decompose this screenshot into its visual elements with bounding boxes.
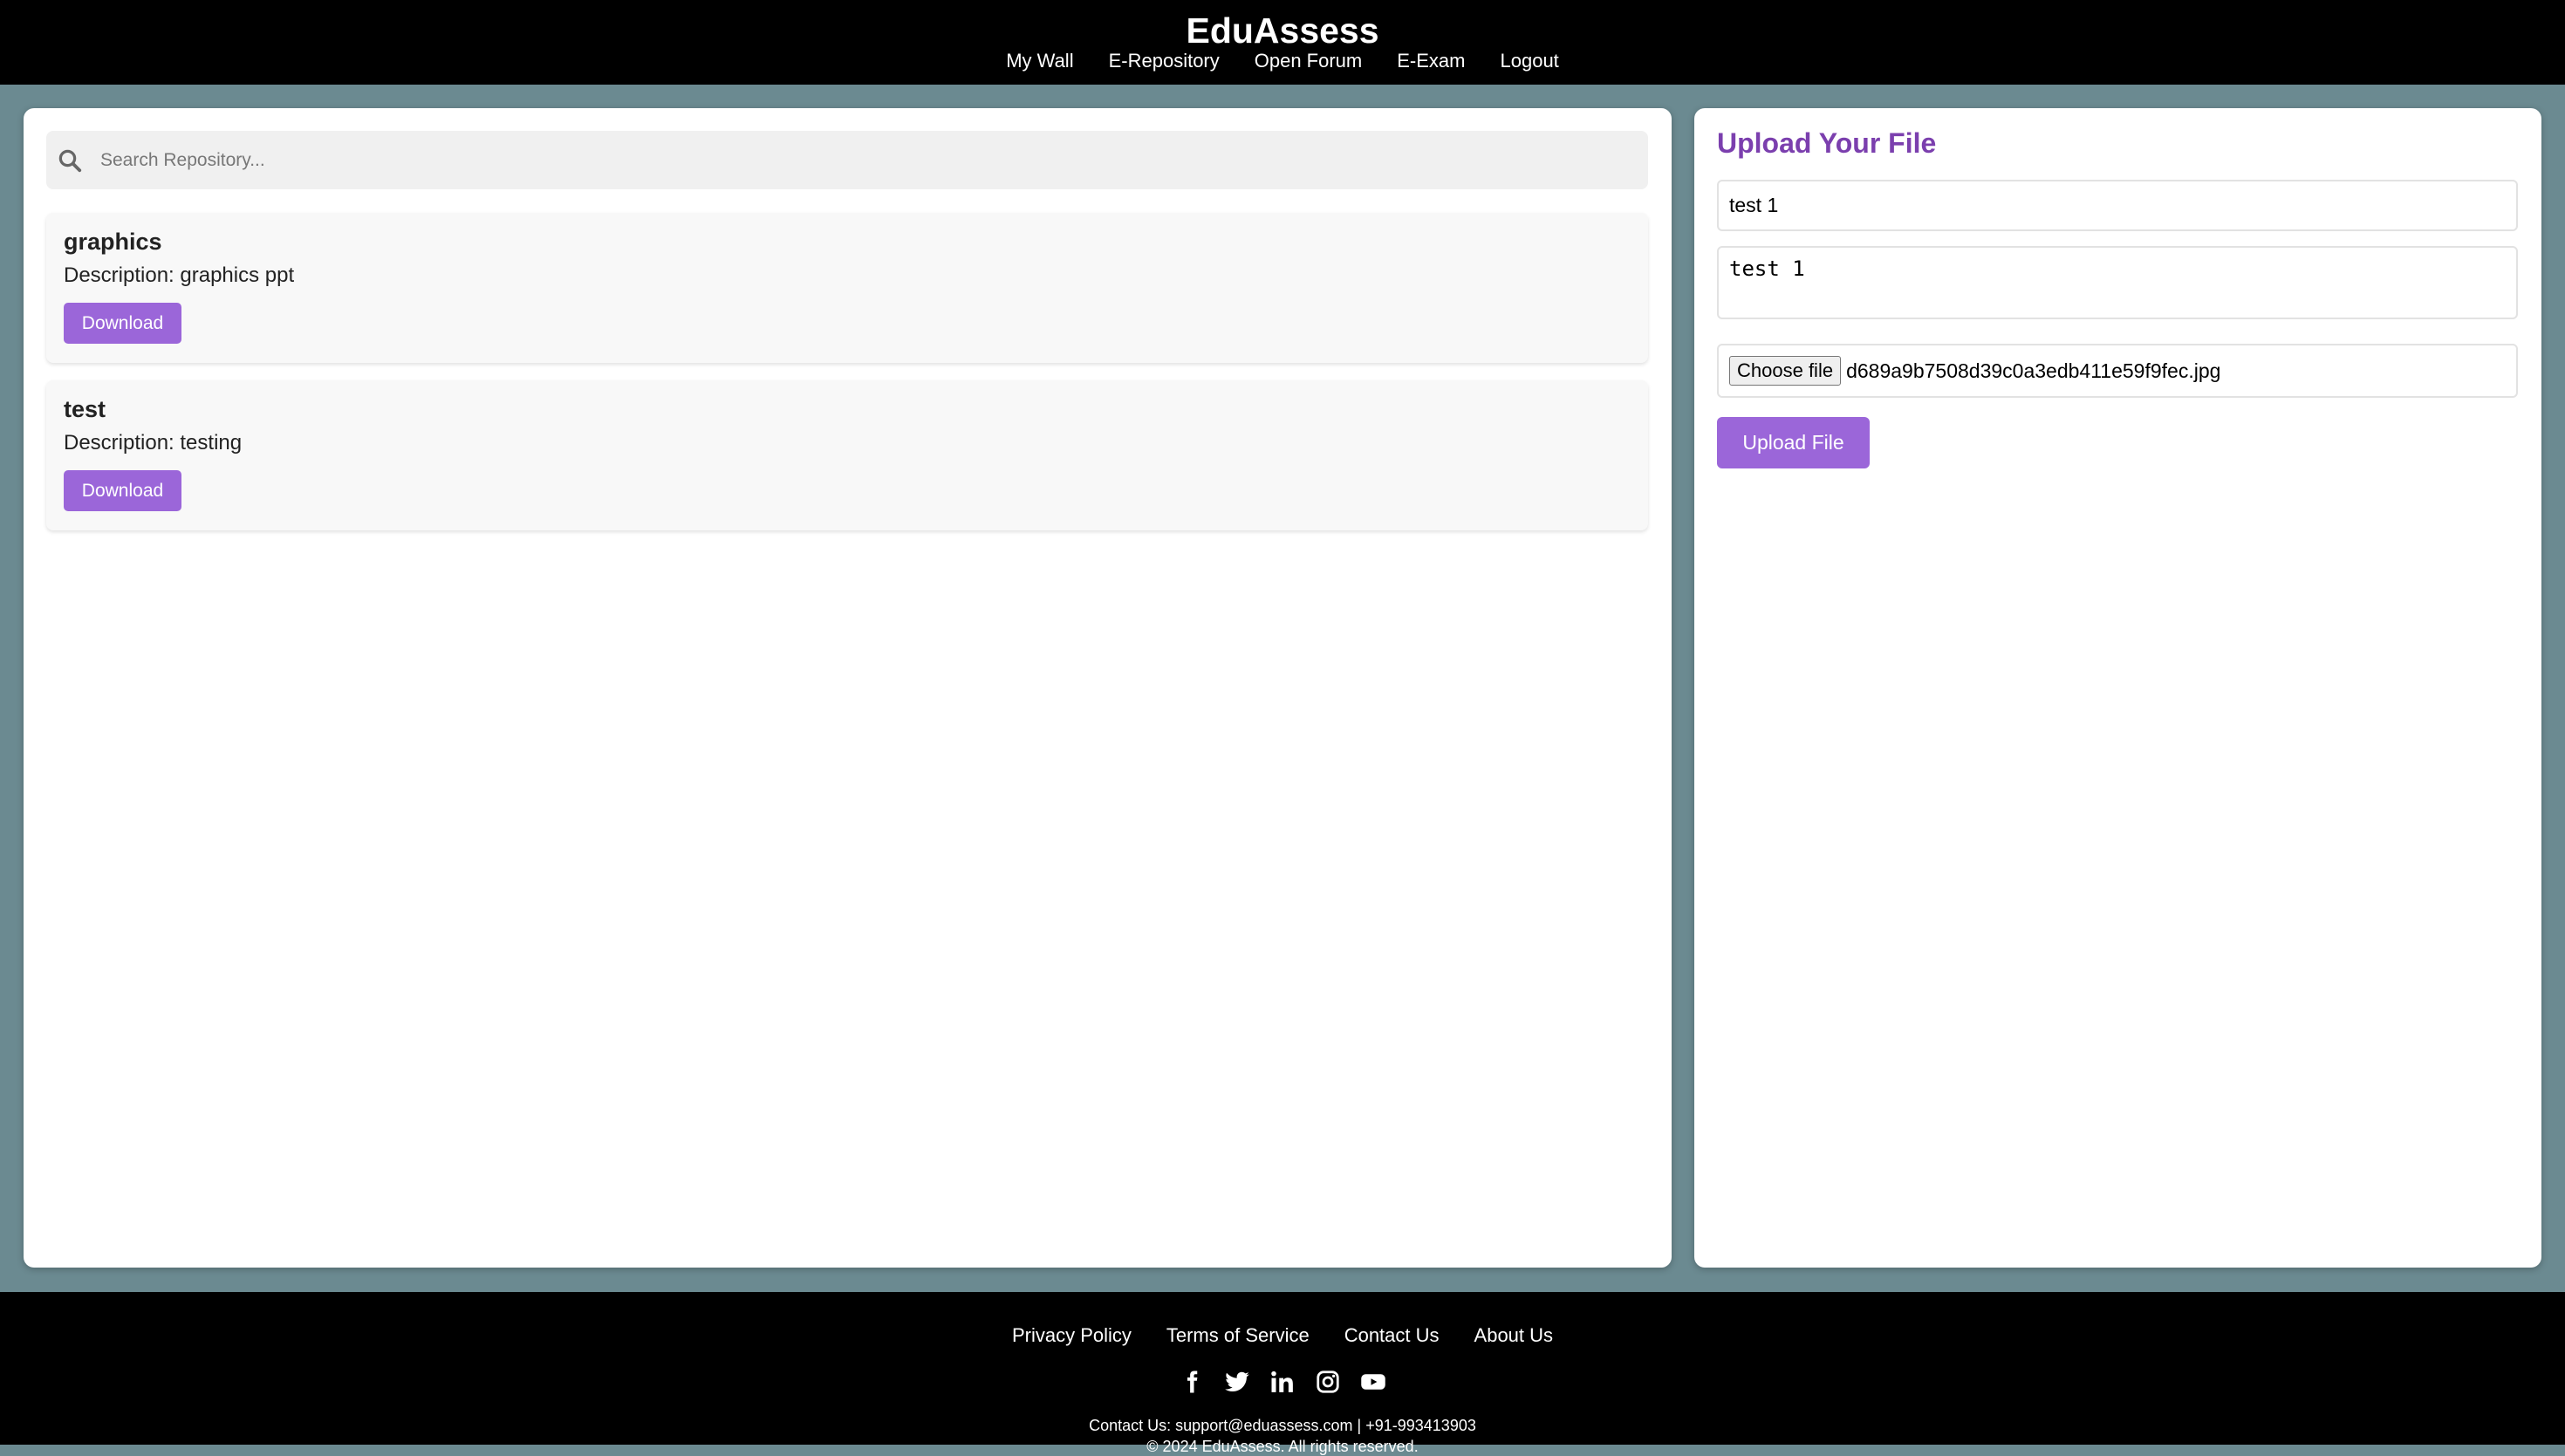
footer-link-contact[interactable]: Contact Us — [1344, 1324, 1440, 1347]
file-description-textarea[interactable]: test 1 — [1717, 246, 2518, 319]
repo-item-test: test Description: testing Download — [46, 380, 1648, 530]
site-header: EduAssess My Wall E-Repository Open Foru… — [0, 0, 2565, 85]
nav-e-repository[interactable]: E-Repository — [1109, 48, 1220, 74]
repo-item-title: test — [64, 396, 106, 422]
contact-info: Contact Us: support@eduassess.com | +91-… — [1089, 1417, 1476, 1434]
search-icon — [58, 149, 82, 173]
footer-links: Privacy Policy Terms of Service Contact … — [0, 1324, 2565, 1347]
download-button[interactable]: Download — [64, 470, 181, 511]
upload-file-button[interactable]: Upload File — [1717, 417, 1870, 468]
facebook-icon[interactable] — [1179, 1369, 1205, 1395]
search-input[interactable] — [99, 131, 1634, 189]
twitter-icon[interactable] — [1224, 1369, 1250, 1395]
upload-panel: Upload Your File test 1 Choose file d689… — [1694, 108, 2541, 1268]
footer-link-about[interactable]: About Us — [1474, 1324, 1554, 1347]
selected-file-name: d689a9b7508d39c0a3edb411e59f9fec.jpg — [1846, 359, 2221, 382]
upload-title: Upload Your File — [1717, 127, 1937, 159]
repository-panel: graphics Description: graphics ppt Downl… — [24, 108, 1672, 1268]
repo-item-description: Description: graphics ppt — [64, 263, 295, 287]
nav-my-wall[interactable]: My Wall — [1006, 48, 1073, 74]
repo-item-title: graphics — [64, 229, 162, 255]
download-button[interactable]: Download — [64, 303, 181, 344]
footer-link-terms[interactable]: Terms of Service — [1166, 1324, 1310, 1347]
instagram-icon[interactable] — [1315, 1369, 1341, 1395]
repo-item-graphics: graphics Description: graphics ppt Downl… — [46, 213, 1648, 363]
social-links — [0, 1369, 2565, 1395]
copyright-text: © 2024 EduAssess. All rights reserved. — [1146, 1438, 1419, 1455]
file-picker: Choose file d689a9b7508d39c0a3edb411e59f… — [1717, 344, 2518, 398]
nav-logout[interactable]: Logout — [1501, 48, 1559, 74]
search-bar — [46, 131, 1648, 189]
repo-item-description: Description: testing — [64, 431, 243, 455]
nav-open-forum[interactable]: Open Forum — [1255, 48, 1363, 74]
main-nav: My Wall E-Repository Open Forum E-Exam L… — [0, 48, 2565, 74]
linkedin-icon[interactable] — [1269, 1369, 1296, 1395]
nav-e-exam[interactable]: E-Exam — [1397, 48, 1465, 74]
file-name-input[interactable] — [1717, 180, 2518, 231]
youtube-icon[interactable] — [1360, 1369, 1386, 1395]
brand-title: EduAssess — [1186, 10, 1379, 51]
choose-file-button[interactable]: Choose file — [1729, 356, 1842, 386]
footer-link-privacy[interactable]: Privacy Policy — [1012, 1324, 1132, 1347]
site-footer: Privacy Policy Terms of Service Contact … — [0, 1292, 2565, 1455]
